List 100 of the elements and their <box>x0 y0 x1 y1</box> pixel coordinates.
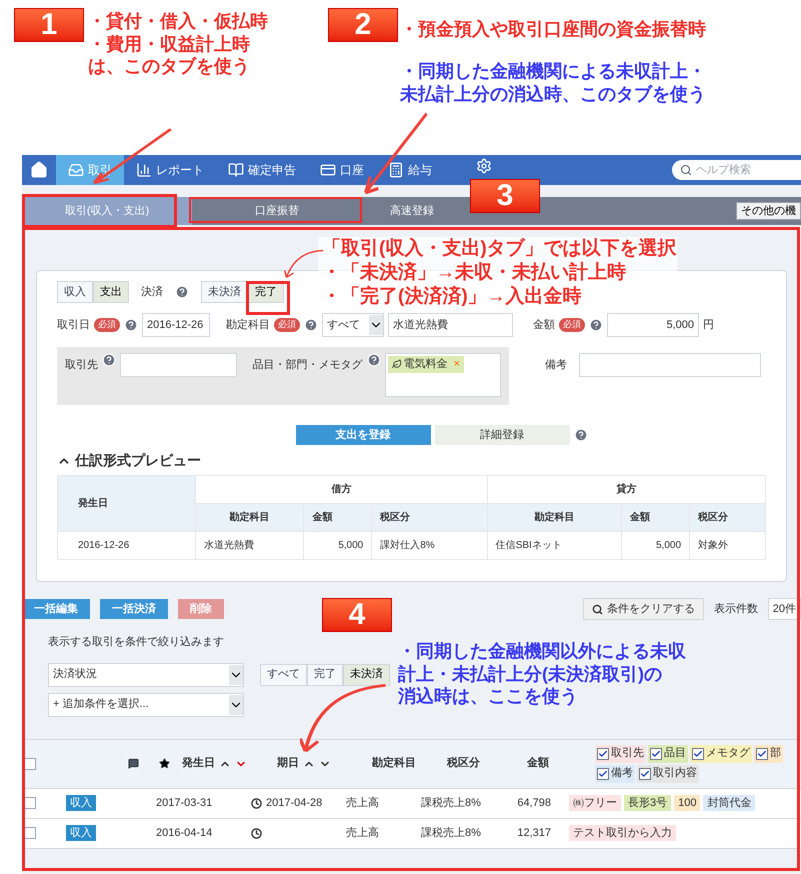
checkbox[interactable] <box>597 768 609 780</box>
settlement-label: 決済 <box>141 284 163 300</box>
table-cell: 住信SBIネット <box>487 532 622 560</box>
clock-icon <box>251 798 262 808</box>
field-label: 勘定科目 <box>226 318 270 333</box>
partner-field[interactable] <box>120 353 237 377</box>
field-label: 取引先 <box>65 358 98 373</box>
table-cell: 5,000 <box>622 532 690 560</box>
annotation-text: ・預金預入や取引口座間の資金振替時 <box>400 18 706 40</box>
checkbox[interactable] <box>639 768 651 780</box>
toggle-option[interactable]: 完了 <box>307 664 343 686</box>
checkbox[interactable] <box>692 748 704 760</box>
add-condition-select[interactable]: + 追加条件を選択... <box>48 692 244 716</box>
annotation-text: ・同期した金融機関による未収計上・ 未払計上分の消込時、このタブを使う <box>400 60 706 105</box>
required-badge: 必須 <box>94 318 120 332</box>
field-label: 取引日 <box>57 318 90 333</box>
column-toggle[interactable]: メモタグ <box>690 744 752 762</box>
toggle-option[interactable]: すべて <box>260 664 307 686</box>
table-cell-text: 売上高 <box>346 796 380 811</box>
per-page-select[interactable]: 20件 <box>768 598 801 620</box>
toggle-option[interactable]: 収入 <box>57 281 93 303</box>
column-header[interactable]: 税区分 <box>447 755 480 772</box>
row-checkbox[interactable] <box>24 827 36 839</box>
dropdown-caret-icon <box>229 694 243 714</box>
card-icon <box>320 162 336 178</box>
search-icon <box>592 604 603 614</box>
tag-chip: 長形3号 <box>624 794 672 812</box>
column-toggle[interactable]: 部 <box>754 744 783 762</box>
table-header: 発生日 <box>58 476 196 532</box>
required-badge: 必須 <box>559 318 585 332</box>
leaf-icon <box>392 359 402 370</box>
annotation-text: ・同期した金融機関以外による未収 計上・未払計上分(未決済取引)の 消込時は、ここを使う <box>398 640 686 708</box>
table-cell-text: 12,317 <box>516 826 551 841</box>
toggle-option[interactable]: 支出 <box>93 281 129 303</box>
column-toggle[interactable]: 取引先 <box>595 744 646 762</box>
column-header[interactable]: 勘定科目 <box>372 755 416 772</box>
type-badge: 収入 <box>66 824 96 842</box>
other-functions-button[interactable]: その他の機 <box>736 202 801 220</box>
annotation-text: 「取引(収入・支出)タブ」では以下を選択 ・「未決済」→未収・未払い計上時 ・「完了(決済済)」→入出金時 <box>318 237 677 308</box>
callout-number: 4 <box>322 598 392 632</box>
column-header[interactable]: 金額 <box>527 755 549 772</box>
nav-item[interactable]: 口座 <box>308 155 376 185</box>
memo-field[interactable] <box>579 353 761 377</box>
table-cell-text: 64,798 <box>516 796 551 811</box>
help-icon <box>304 318 318 332</box>
tag-chip: 100 <box>674 794 700 812</box>
tag-chip: テスト取引から入力 <box>569 824 676 842</box>
clear-filters-button[interactable]: 条件をクリアする <box>582 598 704 620</box>
table-cell-text: 2016-04-14 <box>156 826 214 841</box>
account-field[interactable]: 水道光熱費 <box>388 313 513 337</box>
detailed-entry-button[interactable]: 詳細登録 <box>434 425 570 445</box>
amount-field[interactable]: 5,000 <box>607 313 699 337</box>
nav-item[interactable]: 確定申告 <box>216 155 308 185</box>
column-toggle[interactable]: 品目 <box>648 744 688 762</box>
column-header[interactable]: 発生日 <box>182 755 215 772</box>
table-cell: 5,000 <box>304 532 372 560</box>
arrow <box>284 248 324 280</box>
nav-item[interactable]: 給与 <box>376 155 444 185</box>
required-badge: 必須 <box>274 318 300 332</box>
select-all-checkbox[interactable] <box>24 758 36 770</box>
home-icon[interactable] <box>30 161 48 179</box>
checkbox[interactable] <box>597 748 609 760</box>
tag-chip: ㈱フリー <box>569 794 621 812</box>
table-header: 金額 <box>304 504 372 532</box>
help-icon <box>574 428 588 442</box>
tag-field[interactable]: 電気料金 × <box>384 353 501 397</box>
toggle-option[interactable]: 未決済 <box>201 281 248 303</box>
comment-icon <box>128 758 139 769</box>
book-icon <box>228 162 244 178</box>
column-header[interactable]: 期日 <box>277 755 299 772</box>
field-label: 金額 <box>533 318 555 333</box>
settings-icon[interactable] <box>476 158 492 174</box>
filter-select[interactable]: 決済状況 <box>48 662 244 686</box>
dropdown-caret-icon <box>229 664 243 684</box>
help-icon <box>175 285 189 299</box>
table-header: 借方 <box>196 476 488 504</box>
toggle-option[interactable]: 未決済 <box>343 664 390 686</box>
help-icon <box>589 318 603 332</box>
account-select[interactable]: すべて <box>322 313 384 337</box>
checkbox[interactable] <box>756 748 768 760</box>
row-checkbox[interactable] <box>24 797 36 809</box>
nav-item[interactable]: レポート <box>124 155 216 185</box>
column-toggle[interactable]: 備考 <box>595 764 635 782</box>
checkbox[interactable] <box>650 748 662 760</box>
callout-number: 3 <box>470 179 540 213</box>
star-icon <box>159 758 170 769</box>
date-field[interactable]: 2016-12-26 <box>142 313 210 337</box>
calculator-icon <box>388 162 404 178</box>
help-icon <box>124 318 138 332</box>
column-toggle[interactable]: 取引内容 <box>637 764 699 782</box>
table-cell-text: 売上高 <box>346 826 380 841</box>
field-label: 品目・部門・メモタグ <box>252 358 363 373</box>
table-header: 勘定科目 <box>196 504 304 532</box>
field-label: 備考 <box>545 358 567 373</box>
dropdown-caret-icon <box>369 315 383 335</box>
table-cell: 対象外 <box>690 532 766 560</box>
table-cell-text: 2017-03-31 <box>156 796 214 811</box>
table-cell-text: 課税売上8% <box>421 796 482 811</box>
table-cell: 水道光熱費 <box>196 532 304 560</box>
type-badge: 収入 <box>66 794 96 812</box>
